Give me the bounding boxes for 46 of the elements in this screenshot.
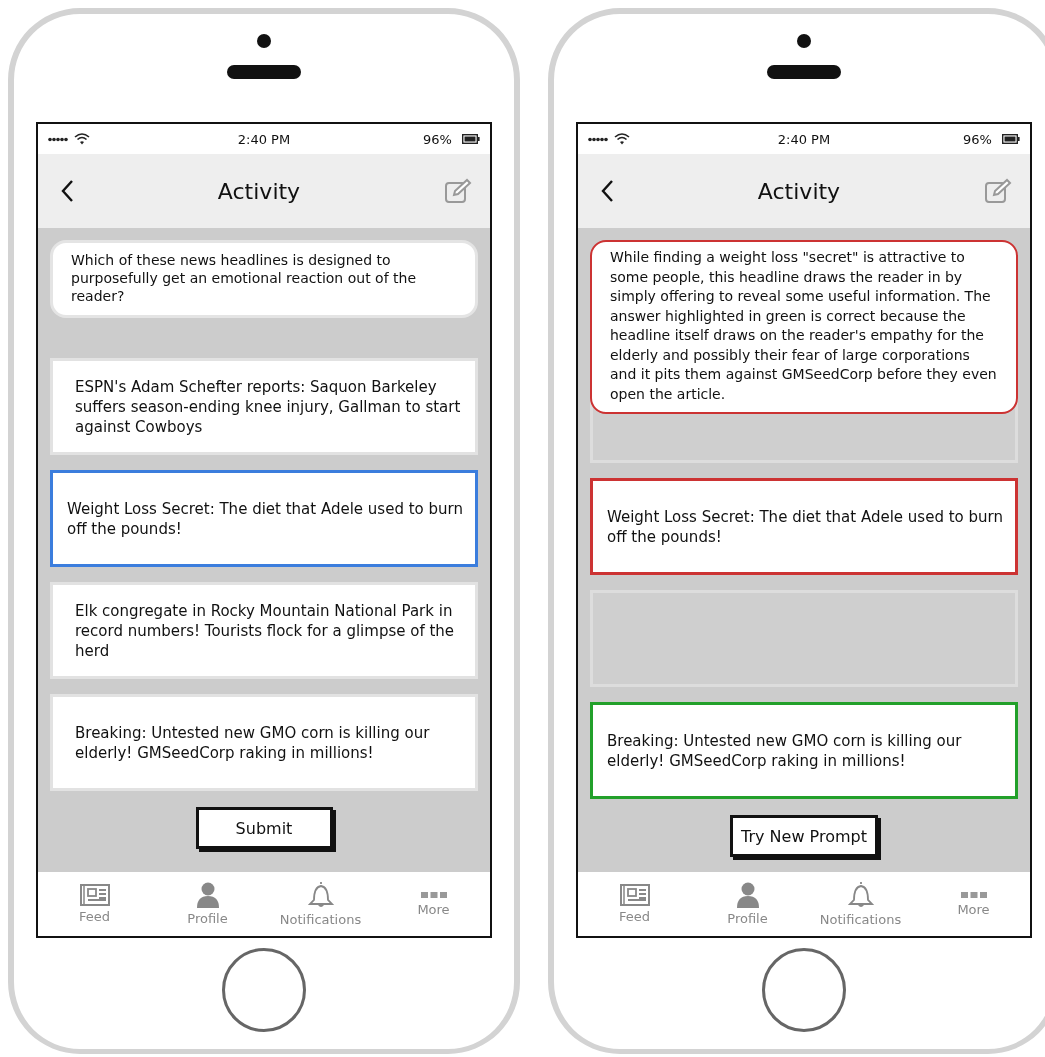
camera-dot [257,34,271,48]
battery-icon [462,134,480,144]
signal-icon [48,136,68,142]
edit-icon[interactable] [984,178,1012,204]
tab-item[interactable]: More [383,891,484,917]
bell-icon [306,881,335,909]
question-card: Which of these news headlines is designed to purposefully get an emotional reaction out of the reader? [50,240,478,318]
tab-item[interactable]: More [923,891,1024,917]
battery-percent: 96% [423,131,452,147]
bell-icon [846,881,875,909]
answer-option[interactable]: Elk congregate in Rocky Mountain National Park in record numbers! Tourists flock for a glimpse of the herd [50,582,478,679]
screen-title: Activity [217,178,301,204]
status-time: 2:40 PM [777,131,831,147]
more-icon [960,891,987,899]
action-button[interactable]: Try New Prompt [730,815,878,857]
answer-option[interactable]: Breaking: Untested new GMO corn is killing our elderly! GMSeedCorp raking in millions! [590,702,1018,799]
tab-item[interactable]: Profile [157,882,258,926]
answer-option[interactable]: Weight Loss Secret: The diet that Adele used to burn off the pounds! [590,478,1018,575]
tab-item[interactable]: Notifications [810,881,911,927]
battery-icon [1002,134,1020,144]
answer-option[interactable]: Weight Loss Secret: The diet that Adele used to burn off the pounds! [50,470,478,567]
back-icon[interactable] [600,179,614,203]
explanation-card: While finding a weight loss "secret" is attractive to some people, this headline draws the reader in by simply offering to reveal some useful information. The answer highlighted in green is correct because the headline itself draws on the reader's empathy for the elderly and possibly their fear of large corporations and it pits them against GMSeedCorp before they even open the article. [590,240,1018,414]
newspaper-icon [79,884,110,906]
home-button[interactable] [762,948,846,1032]
status-time: 2:40 PM [237,131,291,147]
answer-option[interactable]: ESPN's Adam Schefter reports: Saquon Barkeley suffers season-ending knee injury, Gallman to start against Cowboys [50,358,478,455]
action-button[interactable]: Submit [195,807,333,849]
more-icon [420,891,447,899]
person-icon [195,882,220,908]
edit-icon[interactable] [444,178,472,204]
wifi-icon [74,133,90,145]
back-icon[interactable] [60,179,74,203]
tab-item[interactable]: Notifications [270,881,371,927]
tab-item[interactable]: Profile [697,882,798,926]
signal-icon [588,136,608,142]
person-icon [735,882,760,908]
answer-option[interactable]: Breaking: Untested new GMO corn is killing our elderly! GMSeedCorp raking in millions! [50,694,478,791]
battery-percent: 96% [963,131,992,147]
camera-dot [797,34,811,48]
screen-title: Activity [757,178,841,204]
wifi-icon [614,133,630,145]
tab-item[interactable]: Feed [44,884,145,924]
newspaper-icon [619,884,650,906]
tab-item[interactable]: Feed [584,884,685,924]
home-button[interactable] [222,948,306,1032]
